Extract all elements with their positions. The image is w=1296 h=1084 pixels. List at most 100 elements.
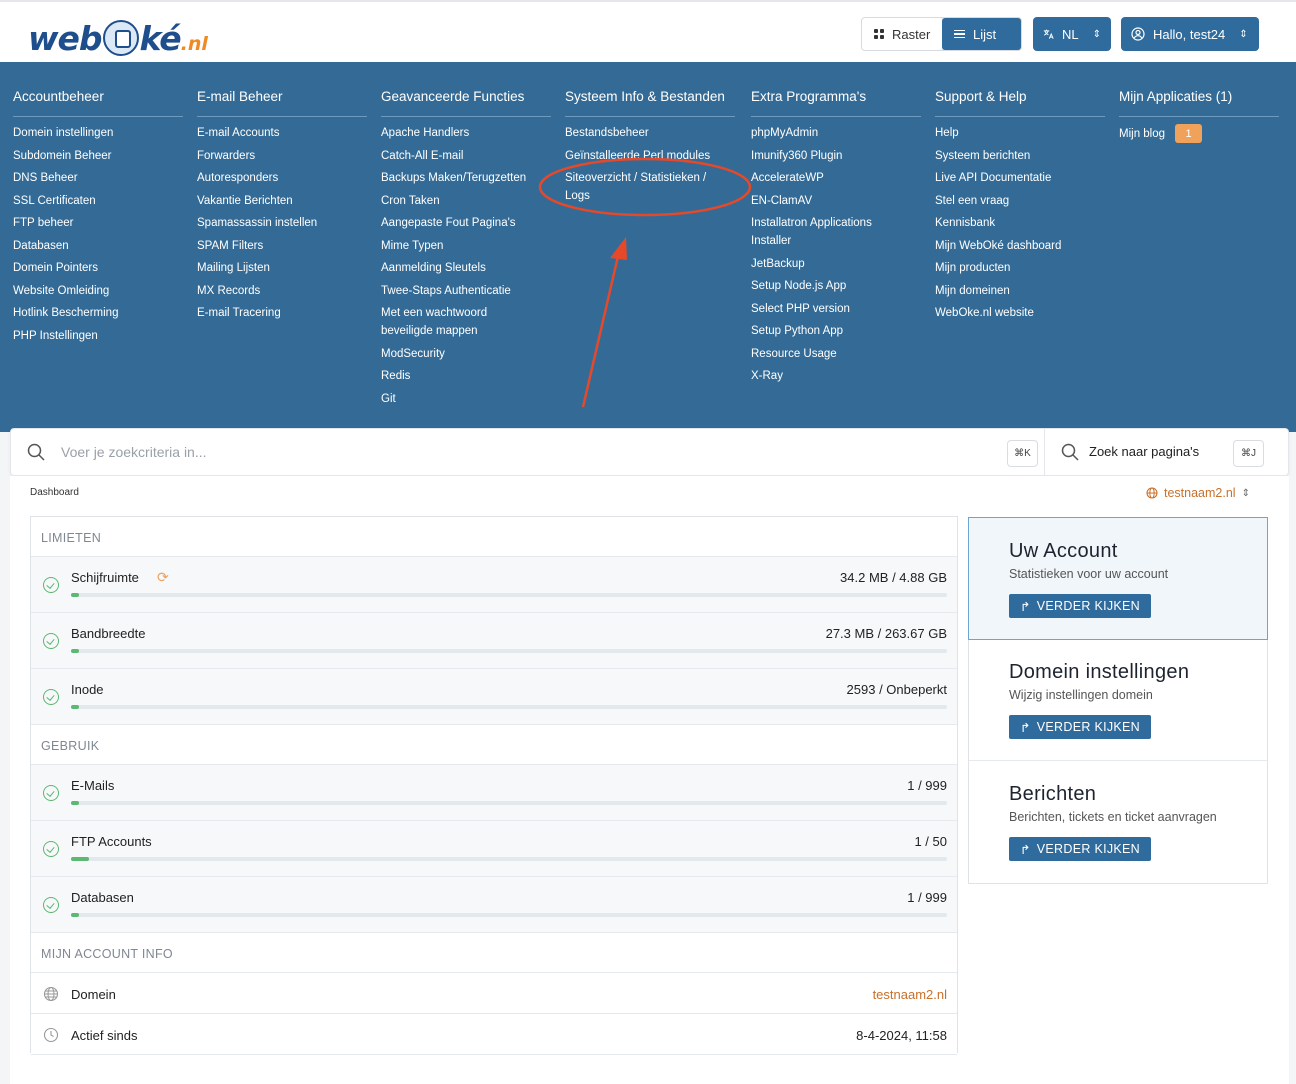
nav-link[interactable]: Domein instellingen bbox=[13, 124, 183, 142]
nav-link[interactable]: MX Records bbox=[197, 282, 367, 300]
nav-link[interactable]: Setup Python App bbox=[751, 322, 921, 340]
nav-link[interactable]: Git bbox=[381, 390, 551, 408]
divider bbox=[1044, 429, 1045, 475]
row-label: Databasen bbox=[71, 890, 134, 905]
nav-link[interactable]: Setup Node.js App bbox=[751, 277, 921, 295]
nav-link[interactable]: Databasen bbox=[13, 237, 183, 255]
language-select[interactable]: NL ⇕ bbox=[1033, 17, 1111, 51]
raster-view-button[interactable]: Raster bbox=[862, 18, 942, 50]
breadcrumb[interactable]: Dashboard bbox=[30, 487, 79, 498]
nav-link[interactable]: SSL Certificaten bbox=[13, 192, 183, 210]
nav-link[interactable]: Bestandsbeheer bbox=[565, 124, 735, 142]
nav-link[interactable]: Mailing Lijsten bbox=[197, 259, 367, 277]
top-header: web ké .nl Raster Lijst NL ⇕ Hallo, test… bbox=[0, 0, 1296, 62]
nav-link[interactable]: E-mail Accounts bbox=[197, 124, 367, 142]
share-arrow-icon: ↱ bbox=[1020, 720, 1031, 735]
nav-link[interactable]: Geïnstalleerde Perl modules bbox=[565, 147, 735, 165]
nav-link[interactable]: Subdomein Beheer bbox=[13, 147, 183, 165]
progress-bar bbox=[71, 649, 947, 653]
nav-link[interactable]: Select PHP version bbox=[751, 300, 921, 318]
nav-link[interactable]: Met een wachtwoord beveiligde mappen bbox=[381, 304, 521, 340]
nav-link[interactable]: Kennisbank bbox=[935, 214, 1105, 232]
nav-link[interactable]: Help bbox=[935, 124, 1105, 142]
nav-link-mijn-blog[interactable]: Mijn blog 1 bbox=[1119, 124, 1279, 143]
nav-link[interactable]: Hotlink Bescherming bbox=[13, 304, 183, 322]
refresh-icon[interactable]: ⟳ bbox=[157, 569, 169, 586]
nav-link[interactable]: WebOke.nl website bbox=[935, 304, 1105, 322]
nav-link[interactable]: Systeem berichten bbox=[935, 147, 1105, 165]
nav-link[interactable]: Domein Pointers bbox=[13, 259, 183, 277]
nav-link[interactable]: SPAM Filters bbox=[197, 237, 367, 255]
row-label: Domein bbox=[71, 987, 116, 1002]
nav-link[interactable]: Resource Usage bbox=[751, 345, 921, 363]
search-icon bbox=[27, 443, 45, 461]
nav-link[interactable]: Twee-Staps Authenticatie bbox=[381, 282, 551, 300]
verder-kijken-button[interactable]: ↱ VERDER KIJKEN bbox=[1009, 594, 1152, 618]
check-circle-icon bbox=[43, 785, 59, 801]
nav-link[interactable]: Installatron Applications Installer bbox=[751, 214, 901, 250]
nav-link[interactable]: Backups Maken/Terugzetten bbox=[381, 169, 551, 187]
domain-link[interactable]: testnaam2.nl bbox=[873, 987, 947, 1002]
nav-link[interactable]: Mijn domeinen bbox=[935, 282, 1105, 300]
nav-link-siteoverzicht[interactable]: Siteoverzicht / Statistieken / Logs bbox=[565, 169, 733, 205]
nav-link[interactable]: Cron Taken bbox=[381, 192, 551, 210]
check-circle-icon bbox=[43, 689, 59, 705]
nav-heading: Geavanceerde Functies bbox=[381, 62, 551, 117]
nav-link[interactable]: phpMyAdmin bbox=[751, 124, 921, 142]
search-icon bbox=[1061, 443, 1079, 461]
progress-bar bbox=[71, 593, 947, 597]
row-label: Inode bbox=[71, 682, 104, 697]
shortcut-hint: ⌘J bbox=[1233, 440, 1264, 467]
nav-col-extra-programmas: Extra Programma's phpMyAdmin Imunify360 … bbox=[751, 62, 921, 390]
nav-link[interactable]: Forwarders bbox=[197, 147, 367, 165]
nav-link[interactable]: FTP beheer bbox=[13, 214, 183, 232]
info-row-domein: Domein testnaam2.nl bbox=[31, 973, 957, 1014]
nav-link[interactable]: ModSecurity bbox=[381, 345, 551, 363]
nav-link[interactable]: JetBackup bbox=[751, 255, 921, 273]
nav-link[interactable]: Live API Documentatie bbox=[935, 169, 1105, 187]
nav-link[interactable]: Aangepaste Fout Pagina's bbox=[381, 214, 551, 232]
search-pages-button[interactable]: Zoek naar pagina's bbox=[1089, 444, 1199, 459]
nav-link[interactable]: DNS Beheer bbox=[13, 169, 183, 187]
row-value: 1 / 999 bbox=[907, 890, 947, 905]
nav-link[interactable]: AccelerateWP bbox=[751, 169, 921, 187]
card-subtitle: Berichten, tickets en ticket aanvragen bbox=[1009, 810, 1217, 824]
nav-link[interactable]: Catch-All E-mail bbox=[381, 147, 551, 165]
nav-heading: Systeem Info & Bestanden bbox=[565, 62, 735, 117]
logo-text-nl: .nl bbox=[180, 33, 208, 55]
raster-label: Raster bbox=[892, 26, 931, 42]
nav-link[interactable]: Autoresponders bbox=[197, 169, 367, 187]
domain-selector[interactable]: testnaam2.nl ⇕ bbox=[1146, 486, 1250, 500]
translate-icon bbox=[1043, 29, 1054, 39]
row-label: Bandbreedte bbox=[71, 626, 146, 641]
chevron-updown-icon: ⇕ bbox=[1239, 28, 1248, 40]
nav-link-label: Mijn blog bbox=[1119, 127, 1166, 140]
nav-link[interactable]: Vakantie Berichten bbox=[197, 192, 367, 210]
user-menu-button[interactable]: Hallo, test24 ⇕ bbox=[1121, 17, 1259, 51]
nav-link[interactable]: Website Omleiding bbox=[13, 282, 183, 300]
weboke-logo[interactable]: web ké .nl bbox=[28, 14, 208, 58]
nav-link[interactable]: EN-ClamAV bbox=[751, 192, 921, 210]
section-title-gebruik: GEBRUIK bbox=[31, 725, 957, 765]
nav-link[interactable]: Imunify360 Plugin bbox=[751, 147, 921, 165]
chevron-updown-icon: ⇕ bbox=[1241, 487, 1250, 499]
nav-link[interactable]: Aanmelding Sleutels bbox=[381, 259, 551, 277]
nav-link[interactable]: Mime Typen bbox=[381, 237, 551, 255]
verder-kijken-button[interactable]: ↱ VERDER KIJKEN bbox=[1009, 837, 1152, 861]
row-value: 2593 / Onbeperkt bbox=[846, 682, 947, 697]
nav-link[interactable]: Stel een vraag bbox=[935, 192, 1105, 210]
card-title: Berichten bbox=[1009, 783, 1097, 805]
nav-col-mijn-applicaties: Mijn Applicaties (1) Mijn blog 1 bbox=[1119, 62, 1279, 148]
nav-link[interactable]: Mijn WebOké dashboard bbox=[935, 237, 1105, 255]
search-input[interactable]: Voer je zoekcriteria in... bbox=[61, 444, 207, 460]
nav-link[interactable]: PHP Instellingen bbox=[13, 327, 183, 345]
nav-link[interactable]: Redis bbox=[381, 367, 551, 385]
nav-link[interactable]: E-mail Tracering bbox=[197, 304, 367, 322]
nav-link[interactable]: X-Ray bbox=[751, 367, 921, 385]
progress-bar bbox=[71, 705, 947, 709]
verder-kijken-button[interactable]: ↱ VERDER KIJKEN bbox=[1009, 715, 1152, 739]
nav-link[interactable]: Spamassassin instellen bbox=[197, 214, 367, 232]
nav-link[interactable]: Mijn producten bbox=[935, 259, 1105, 277]
lijst-view-button[interactable]: Lijst bbox=[942, 18, 1021, 50]
nav-link[interactable]: Apache Handlers bbox=[381, 124, 551, 142]
